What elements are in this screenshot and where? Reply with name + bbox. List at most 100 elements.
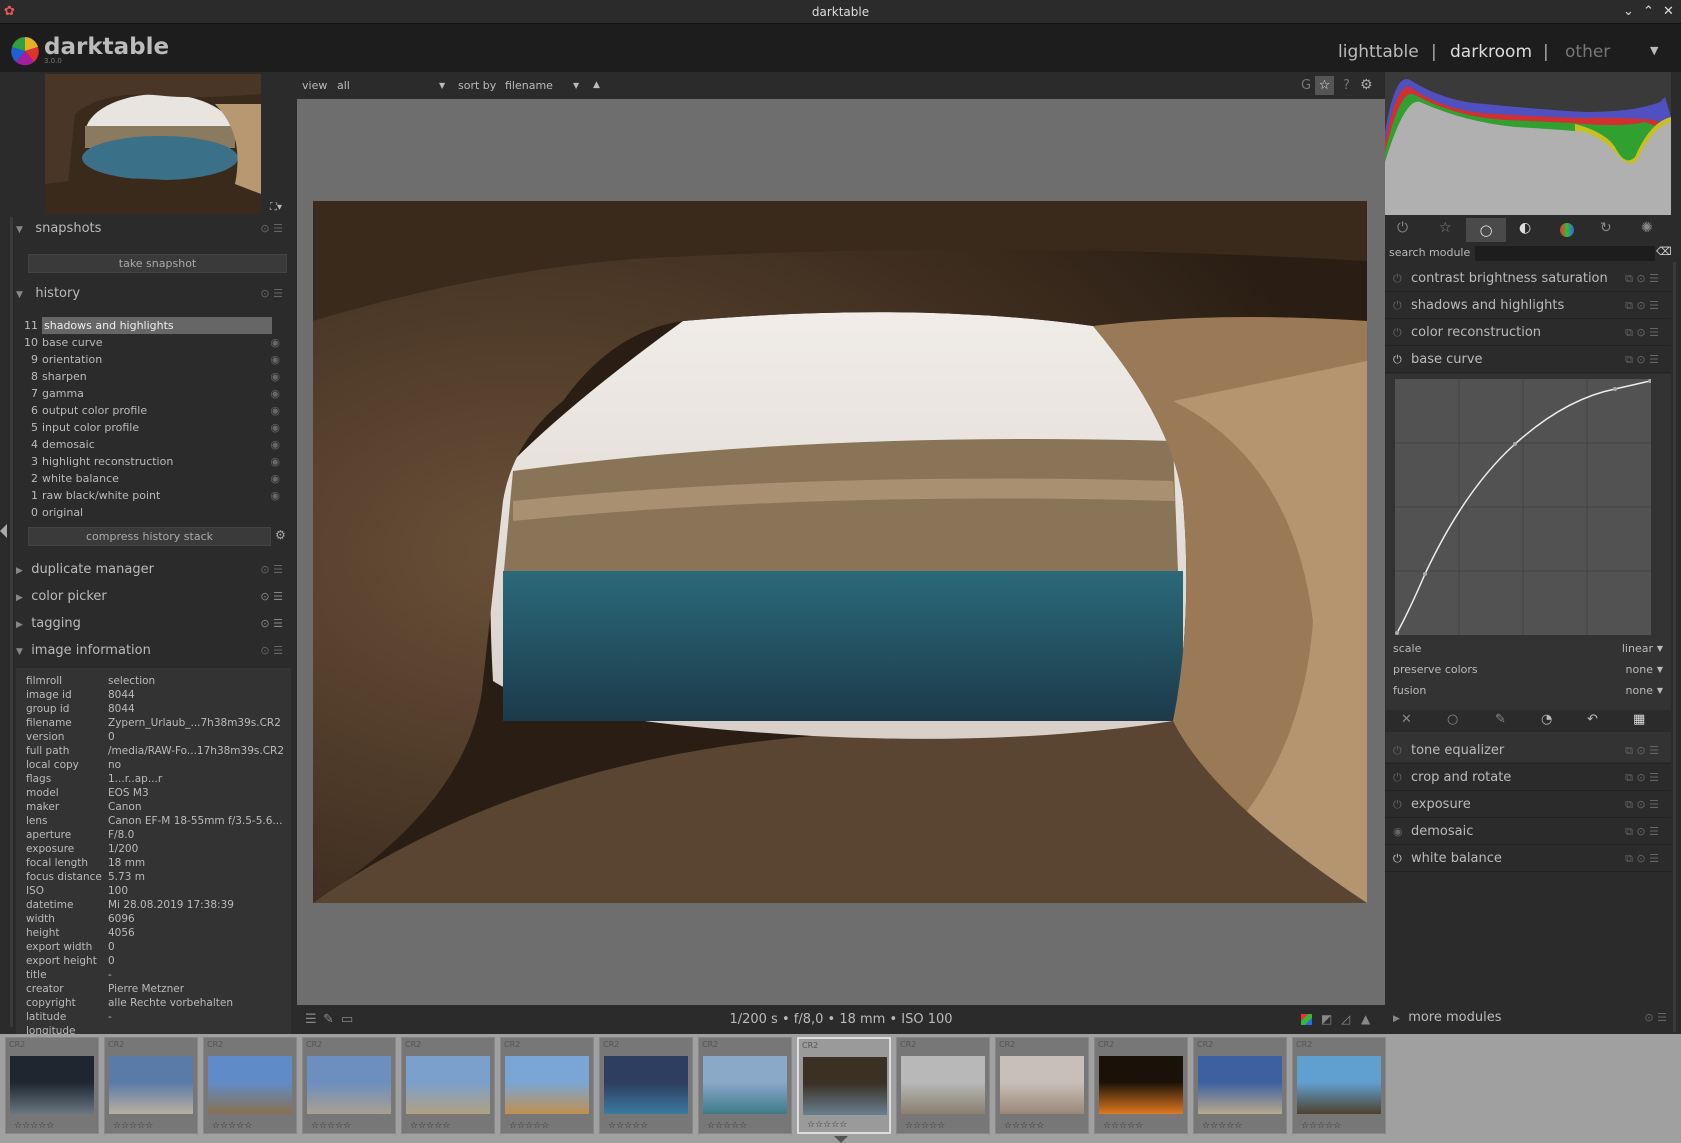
module-crop-and-rotate[interactable]: ⏻ crop and rotate ⧉ ⊙ ☰ [1385,764,1671,791]
module-actions-icon[interactable]: ⧉ ⊙ ☰ [1625,845,1659,872]
quick-access-presets-icon[interactable]: ☰ [305,1005,317,1034]
module-shadows-and-highlights[interactable]: ⏻ shadows and highlights ⧉ ⊙ ☰ [1385,292,1671,319]
favorites-icon[interactable]: ☆ [1439,220,1452,236]
view-filter-select[interactable]: all [337,72,350,99]
second-window-icon[interactable]: ▭ [341,1005,353,1034]
darkroom-canvas[interactable] [297,99,1385,1005]
collapse-left-panel-icon[interactable] [0,524,7,538]
effect-group-icon[interactable]: ✺ [1641,220,1653,236]
base-curve-graph[interactable] [1395,379,1651,635]
main-image[interactable] [313,201,1367,903]
zoom-fit-icon[interactable]: ⛶▾ [270,202,282,213]
search-module-input[interactable] [1475,246,1655,261]
clipping-warning-icon[interactable]: ▲ [1361,1005,1370,1034]
thumbnail-star-rating[interactable]: ☆☆☆☆☆ [212,1121,252,1131]
sort-select[interactable]: filename [505,72,553,99]
preferences-gear-icon[interactable]: ⚙ [1360,72,1373,99]
module-duplicate-header[interactable]: ▶ duplicate manager ⊙ ☰ [16,557,291,582]
grouping-button[interactable]: G [1301,72,1311,99]
module-presets-icon[interactable]: ⊙ ☰ [260,611,283,636]
module-demosaic[interactable]: ◉ demosaic ⧉ ⊙ ☰ [1385,818,1671,845]
clear-search-icon[interactable]: ⌫ [1656,245,1672,258]
module-presets-icon[interactable]: ⊙ ☰ [260,638,283,663]
view-lighttable[interactable]: lighttable [1338,42,1419,62]
history-item[interactable]: 2 white balance ◉ [20,470,290,487]
power-icon[interactable]: ⏻ [1393,292,1402,319]
navigation-preview[interactable] [45,74,261,214]
view-filter-dropdown-icon[interactable]: ▼ [439,72,445,99]
view-other[interactable]: other [1565,42,1610,62]
preserve-colors-combobox[interactable]: preserve colors none ▼ [1393,660,1663,680]
thumbnail-star-rating[interactable]: ☆☆☆☆☆ [1103,1121,1143,1131]
tone-group-icon[interactable]: ◐ [1519,220,1531,236]
thumbnail-star-rating[interactable]: ☆☆☆☆☆ [14,1121,54,1131]
sort-order-icon[interactable]: ▲ [593,72,600,99]
right-scrollbar[interactable] [1673,262,1676,1032]
sort-dropdown-icon[interactable]: ▼ [573,72,579,99]
blend-combined-icon[interactable]: ▦ [1633,712,1645,727]
maximize-icon[interactable]: ⌃ [1643,0,1654,24]
filmstrip-thumbnail[interactable]: CR2 ☆☆☆☆☆ [896,1037,990,1134]
help-button[interactable]: ? [1343,72,1350,99]
thumbnail-star-rating[interactable]: ☆☆☆☆☆ [509,1121,549,1131]
take-snapshot-button[interactable]: take snapshot [28,254,287,273]
blend-uniform-icon[interactable]: ○ [1447,712,1458,727]
module-presets-icon[interactable]: ⊙ ☰ [1644,1005,1667,1030]
power-icon[interactable]: ⏻ [1393,319,1402,346]
power-icon[interactable]: ⏻ [1393,845,1402,872]
module-actions-icon[interactable]: ⧉ ⊙ ☰ [1625,346,1659,373]
thumbnail-star-rating[interactable]: ☆☆☆☆☆ [905,1121,945,1131]
base-group-icon[interactable]: ○ [1466,218,1506,242]
power-icon[interactable]: ⏻ [1393,764,1402,791]
power-icon[interactable]: ⏻ [1393,791,1402,818]
minimize-icon[interactable]: ⌄ [1623,0,1634,24]
module-actions-icon[interactable]: ⧉ ⊙ ☰ [1625,764,1659,791]
power-icon[interactable]: ⏻ [1393,737,1402,764]
module-actions-icon[interactable]: ⧉ ⊙ ☰ [1625,791,1659,818]
power-icon[interactable]: ⏻ [1393,265,1402,292]
filmstrip-thumbnail[interactable]: CR2 ☆☆☆☆☆ [5,1037,99,1134]
fusion-combobox[interactable]: fusion none ▼ [1393,681,1663,701]
history-item[interactable]: 10 base curve ◉ [20,334,290,351]
filmstrip-thumbnail[interactable]: CR2 ☆☆☆☆☆ [1193,1037,1287,1134]
module-exposure[interactable]: ⏻ exposure ⧉ ⊙ ☰ [1385,791,1671,818]
thumbnail-star-rating[interactable]: ☆☆☆☆☆ [1301,1121,1341,1131]
collapse-bottom-panel-icon[interactable] [834,1136,848,1143]
module-actions-icon[interactable]: ⧉ ⊙ ☰ [1625,265,1659,292]
history-item[interactable]: 7 gamma ◉ [20,385,290,402]
module-presets-icon[interactable]: ⊙ ☰ [260,281,283,306]
power-icon[interactable]: ⏻ [1393,346,1402,373]
filmstrip-thumbnail[interactable]: CR2 ☆☆☆☆☆ [104,1037,198,1134]
history-item[interactable]: 0 original [20,504,290,521]
view-darkroom[interactable]: darkroom [1450,42,1532,62]
thumbnail-star-rating[interactable]: ☆☆☆☆☆ [113,1121,153,1131]
scale-combobox[interactable]: scale linear ▼ [1393,639,1663,659]
blend-drawn-mask-icon[interactable]: ✎ [1495,712,1506,727]
filmstrip-thumbnail[interactable]: CR2 ☆☆☆☆☆ [500,1037,594,1134]
history-item[interactable]: 11 shadows and highlights [20,317,290,334]
history-item[interactable]: 1 raw black/white point ◉ [20,487,290,504]
thumbnail-star-rating[interactable]: ☆☆☆☆☆ [707,1121,747,1131]
active-modules-icon[interactable]: ⏻ [1397,220,1408,236]
history-item[interactable]: 6 output color profile ◉ [20,402,290,419]
blend-parametric-icon[interactable]: ◔ [1541,712,1552,727]
histogram[interactable] [1385,72,1671,215]
color-group-icon[interactable] [1560,223,1574,237]
history-style-icon[interactable]: ⚙ [275,528,286,542]
blend-raster-icon[interactable]: ↶ [1587,712,1598,727]
filmstrip-thumbnail[interactable]: CR2 ☆☆☆☆☆ [599,1037,693,1134]
thumbnail-star-rating[interactable]: ☆☆☆☆☆ [410,1121,450,1131]
thumbnail-star-rating[interactable]: ☆☆☆☆☆ [608,1121,648,1131]
module-white-balance[interactable]: ⏻ white balance ⧉ ⊙ ☰ [1385,845,1671,872]
history-item[interactable]: 4 demosaic ◉ [20,436,290,453]
history-item[interactable]: 3 highlight reconstruction ◉ [20,453,290,470]
thumbnail-star-rating[interactable]: ☆☆☆☆☆ [807,1120,847,1130]
compress-history-button[interactable]: compress history stack [28,527,271,546]
module-imageinfo-header[interactable]: ▼ image information ⊙ ☰ [16,638,291,663]
thumbnail-star-rating[interactable]: ☆☆☆☆☆ [1202,1121,1242,1131]
module-snapshots-header[interactable]: ▼ snapshots ⊙ ☰ [16,216,291,241]
module-presets-icon[interactable]: ⊙ ☰ [260,557,283,582]
filmstrip-thumbnail[interactable]: CR2 ☆☆☆☆☆ [698,1037,792,1134]
filmstrip-thumbnail[interactable]: CR2 ☆☆☆☆☆ [401,1037,495,1134]
module-actions-icon[interactable]: ⧉ ⊙ ☰ [1625,737,1659,764]
